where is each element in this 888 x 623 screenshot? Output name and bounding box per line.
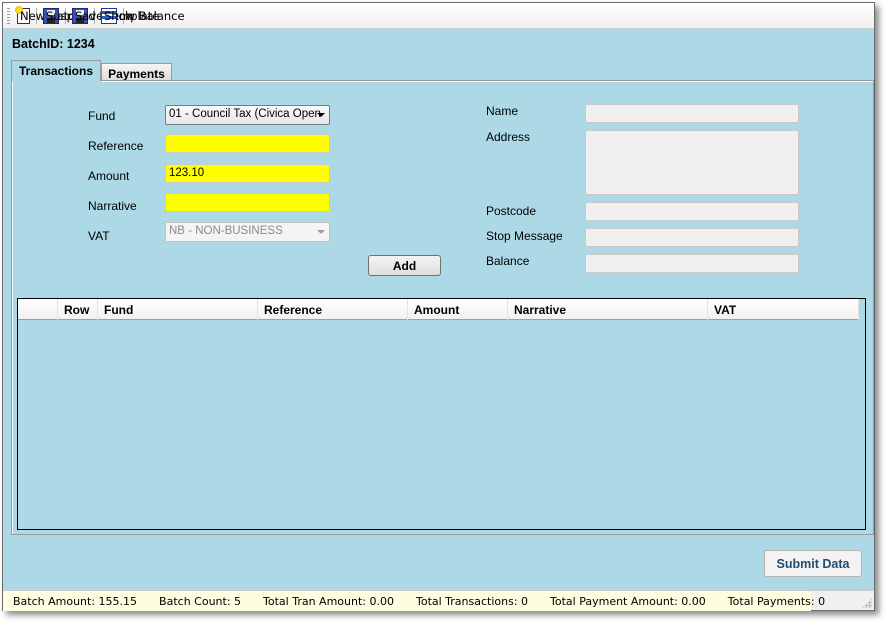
- status-total-payment-amount: Total Payment Amount: 0.00: [550, 594, 706, 608]
- column-header-selector[interactable]: [18, 299, 58, 320]
- status-batch-amount: Batch Amount: 155.15: [13, 594, 138, 608]
- name-field[interactable]: [585, 104, 799, 123]
- column-header-narrative[interactable]: Narrative: [508, 299, 708, 320]
- column-header-reference[interactable]: Reference: [258, 299, 408, 320]
- vat-value: NB - NON-BUSINESS: [169, 225, 283, 237]
- transactions-grid[interactable]: Row Fund Reference Amount Narrative VAT: [17, 298, 866, 530]
- submit-data-button[interactable]: Submit Data: [764, 550, 862, 577]
- reference-input[interactable]: [165, 134, 330, 153]
- vat-label: VAT: [88, 229, 110, 243]
- name-label: Name: [486, 104, 519, 118]
- suspend-batch-button[interactable]: Suspend Batch: [40, 5, 132, 27]
- resize-grip-icon[interactable]: [862, 598, 872, 608]
- column-header-fund[interactable]: Fund: [98, 299, 258, 320]
- toolbar-grip[interactable]: [7, 7, 10, 24]
- status-bar: Batch Amount: 155.15 Batch Count: 5 Tota…: [3, 590, 874, 611]
- narrative-input[interactable]: [165, 193, 330, 212]
- stop-message-field[interactable]: [585, 228, 799, 247]
- batch-entry-window: New Batch Suspend Batch Save Template Sh…: [2, 2, 875, 611]
- batch-id-label: BatchID: 1234: [12, 37, 95, 51]
- address-label: Address: [486, 130, 531, 144]
- narrative-label: Narrative: [88, 199, 137, 213]
- tab-payments[interactable]: Payments: [101, 63, 172, 81]
- fund-label: Fund: [88, 109, 116, 123]
- show-balance-button[interactable]: Show Balance: [98, 5, 185, 27]
- grid-header: Row Fund Reference Amount Narrative VAT: [18, 299, 859, 320]
- add-button[interactable]: Add: [368, 255, 441, 276]
- vat-select[interactable]: NB - NON-BUSINESS: [165, 222, 330, 242]
- column-header-vat[interactable]: VAT: [708, 299, 859, 320]
- balance-field[interactable]: [585, 254, 799, 273]
- reference-label: Reference: [88, 139, 144, 153]
- address-field[interactable]: [585, 130, 799, 195]
- status-total-payments: Total Payments: 0: [727, 594, 826, 608]
- status-total-transactions: Total Transactions: 0: [415, 594, 529, 608]
- stop-message-label: Stop Message: [486, 229, 563, 243]
- column-header-row[interactable]: Row: [58, 299, 98, 320]
- toolbar: New Batch Suspend Batch Save Template Sh…: [3, 3, 874, 29]
- fund-value: 01 - Council Tax (Civica Open: [169, 108, 321, 120]
- chevron-down-icon: [317, 113, 325, 117]
- amount-input[interactable]: 123.10: [165, 164, 330, 183]
- show-balance-label: Show Balance: [104, 8, 185, 23]
- fund-select[interactable]: 01 - Council Tax (Civica Open: [165, 105, 330, 125]
- status-strip: Batch Amount: 155.15 Batch Count: 5 Tota…: [3, 591, 825, 611]
- postcode-label: Postcode: [486, 204, 537, 218]
- balance-label: Balance: [486, 254, 530, 268]
- column-header-amount[interactable]: Amount: [408, 299, 508, 320]
- new-batch-button[interactable]: New Batch: [14, 5, 82, 27]
- tab-transactions[interactable]: Transactions: [11, 60, 101, 82]
- status-total-tran-amount: Total Tran Amount: 0.00: [263, 594, 394, 608]
- amount-value: 123.10: [169, 167, 205, 179]
- save-template-button[interactable]: Save Template: [69, 5, 159, 27]
- status-batch-count: Batch Count: 5: [159, 594, 242, 608]
- postcode-field[interactable]: [585, 202, 799, 221]
- amount-label: Amount: [88, 169, 130, 183]
- chevron-down-icon: [317, 230, 325, 234]
